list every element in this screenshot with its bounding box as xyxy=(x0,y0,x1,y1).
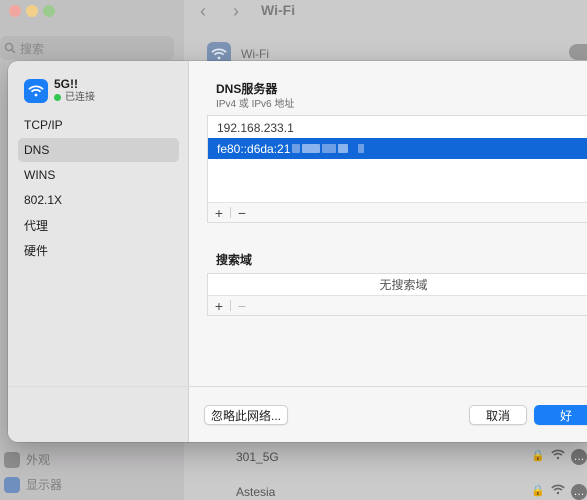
details-sidebar: 5G!! 已连接 TCP/IP DNS WINS 802.1X 代理 硬件 xyxy=(8,61,189,442)
network-row-301-5g[interactable]: 301_5G 🔒 … xyxy=(236,449,587,465)
tab-label: DNS xyxy=(24,143,50,157)
sidebar-item-label: 显示器 xyxy=(26,478,63,492)
dns-server-row[interactable]: 192.168.233.1 xyxy=(208,117,587,138)
network-details-sheet: 5G!! 已连接 TCP/IP DNS WINS 802.1X 代理 硬件 DN… xyxy=(8,61,587,442)
empty-list-text: 无搜索域 xyxy=(379,278,428,292)
network-name: 301_5G xyxy=(236,450,279,464)
network-row-astesia[interactable]: Astesia 🔒 … xyxy=(236,484,587,500)
tab-proxies[interactable]: 代理 xyxy=(18,213,179,237)
tab-802-1x[interactable]: 802.1X xyxy=(18,188,179,212)
minimize-window-button[interactable] xyxy=(26,5,38,17)
tab-label: 代理 xyxy=(24,218,49,233)
lock-icon: 🔒 xyxy=(531,485,545,497)
back-chevron-icon[interactable]: ‹ xyxy=(200,1,206,22)
connection-status: 已连接 xyxy=(54,91,95,104)
tab-label: WINS xyxy=(24,168,56,182)
status-dot-icon xyxy=(54,94,61,101)
dns-server-row-selected[interactable]: fe80::d6da:21 xyxy=(208,138,587,159)
tab-label: 硬件 xyxy=(24,243,49,258)
add-search-domain-button[interactable]: + xyxy=(208,297,230,315)
close-window-button[interactable] xyxy=(9,5,21,17)
redacted-text xyxy=(290,144,365,153)
network-list: 301_5G 🔒 … Astesia 🔒 … xyxy=(200,442,587,500)
network-header: 5G!! 已连接 xyxy=(24,77,95,104)
sidebar-item-appearance[interactable]: 外观 xyxy=(0,451,50,468)
dns-list-toolbar: + − xyxy=(208,202,587,222)
search-icon xyxy=(4,42,16,54)
dns-servers-subtitle: IPv4 或 IPv6 地址 xyxy=(216,99,295,110)
tab-tcp-ip[interactable]: TCP/IP xyxy=(18,113,179,137)
lock-icon: 🔒 xyxy=(531,450,545,462)
forget-network-button[interactable]: 忽略此网络... xyxy=(204,405,288,425)
search-domains-title: 搜索域 xyxy=(216,253,253,267)
search-domain-toolbar: + − xyxy=(208,295,587,315)
wifi-label: Wi-Fi xyxy=(241,47,269,61)
wifi-icon xyxy=(24,78,48,103)
tab-label: TCP/IP xyxy=(24,118,63,132)
page-title: Wi-Fi xyxy=(261,2,296,18)
network-name: Astesia xyxy=(236,485,276,499)
tab-label: 802.1X xyxy=(24,193,63,207)
info-icon[interactable]: … xyxy=(571,484,587,500)
wifi-signal-icon xyxy=(551,449,565,465)
search-domain-list: 无搜索域 + − xyxy=(207,273,587,316)
add-dns-button[interactable]: + xyxy=(208,204,230,222)
sidebar-item-label: 外观 xyxy=(26,453,51,467)
tab-dns[interactable]: DNS xyxy=(18,138,179,162)
wifi-signal-icon xyxy=(551,484,565,500)
footer-divider xyxy=(8,386,587,387)
info-icon[interactable]: … xyxy=(571,449,587,465)
dns-server-value: 192.168.233.1 xyxy=(217,120,294,135)
remove-dns-button[interactable]: − xyxy=(231,204,253,222)
remove-search-domain-button[interactable]: − xyxy=(231,297,253,315)
sidebar-item-displays[interactable]: 显示器 xyxy=(0,476,62,493)
wifi-toggle[interactable] xyxy=(569,44,587,60)
ok-button[interactable]: 好 xyxy=(534,405,587,425)
appearance-icon xyxy=(4,451,20,468)
cancel-button[interactable]: 取消 xyxy=(469,405,527,425)
dns-server-value: fe80::d6da:21 xyxy=(217,141,291,156)
maximize-window-button[interactable] xyxy=(43,5,55,17)
forward-chevron-icon[interactable]: › xyxy=(233,1,239,22)
network-name: 5G!! xyxy=(54,77,78,91)
settings-search-field[interactable]: 搜索 xyxy=(0,36,174,60)
tab-wins[interactable]: WINS xyxy=(18,163,179,187)
dns-server-list: 192.168.233.1 fe80::d6da:21 + − xyxy=(207,115,587,223)
status-text: 已连接 xyxy=(65,92,95,103)
tab-hardware[interactable]: 硬件 xyxy=(18,238,179,262)
dns-pane: DNS服务器 IPv4 或 IPv6 地址 192.168.233.1 fe80… xyxy=(189,61,587,442)
display-icon xyxy=(4,476,20,493)
search-placeholder: 搜索 xyxy=(20,41,45,56)
